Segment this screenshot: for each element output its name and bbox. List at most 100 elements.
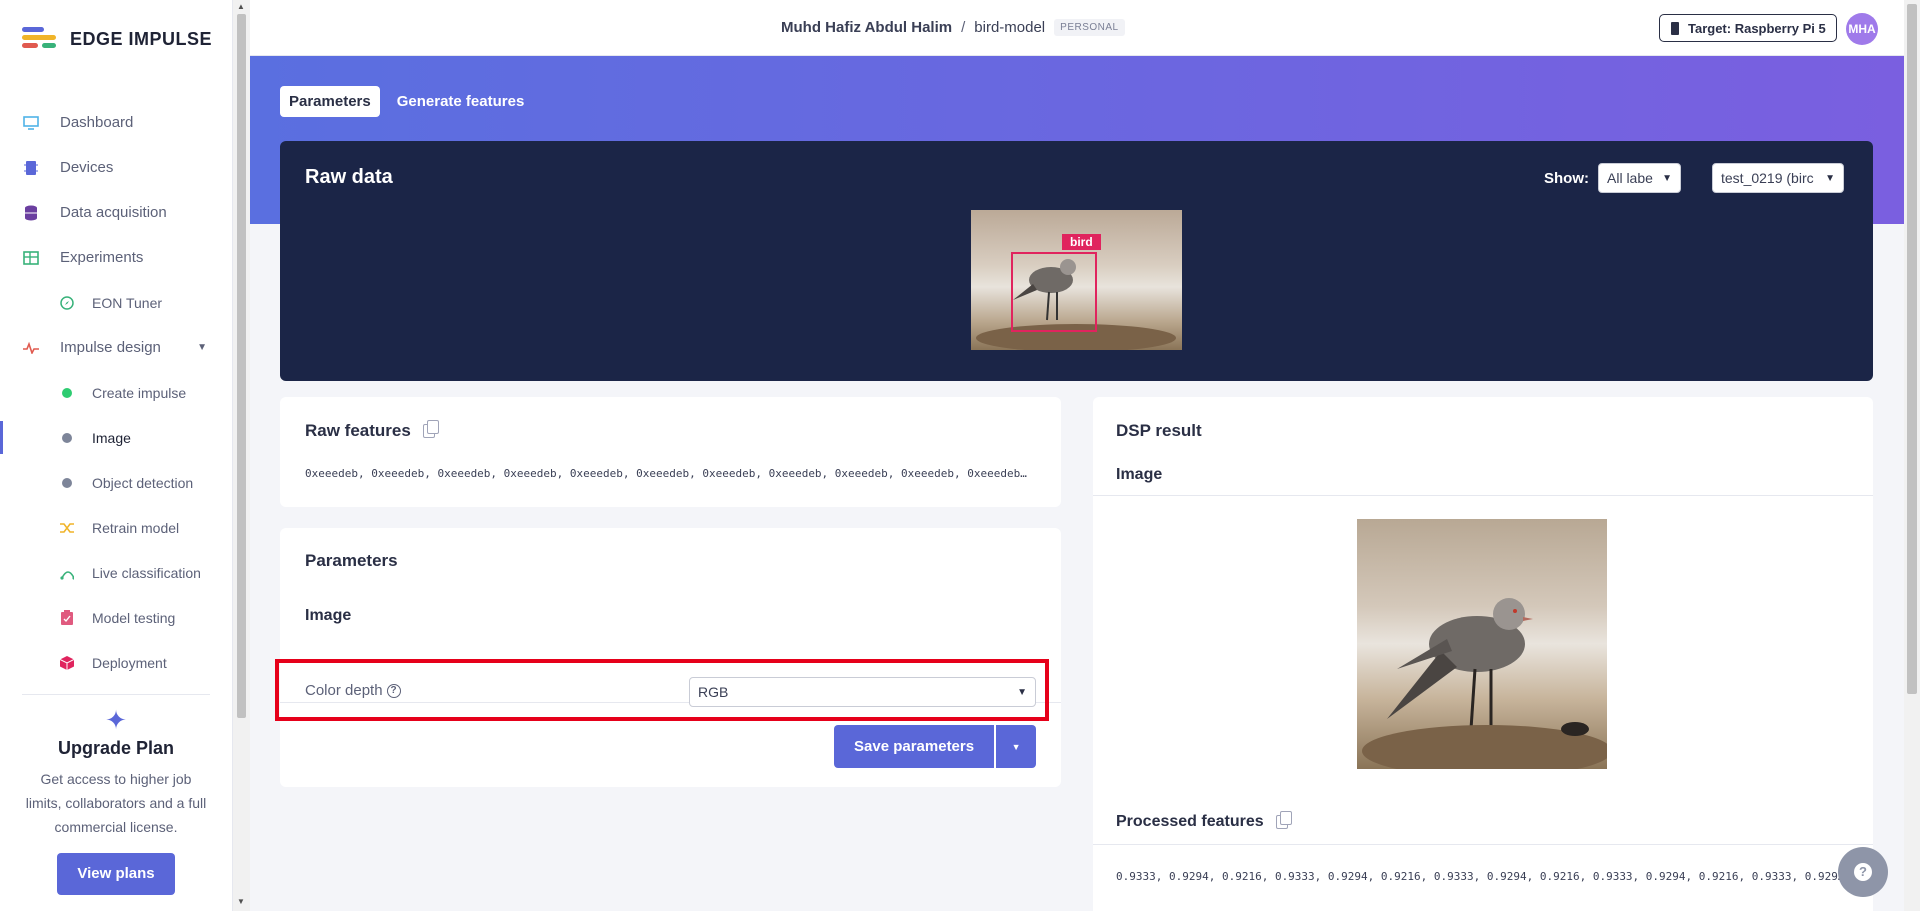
label-filter: Show: All labe ▼ [1544, 163, 1681, 193]
sidebar: EDGE IMPULSE Dashboard Devices Data acqu… [0, 0, 233, 911]
chip-icon [22, 159, 40, 177]
pulse-icon [22, 339, 40, 357]
processed-features-heading: Processed features [1116, 811, 1292, 831]
sidebar-item-object-detection[interactable]: Object detection [0, 460, 233, 505]
divider [1093, 844, 1873, 845]
brand-logo[interactable]: EDGE IMPULSE [22, 26, 212, 52]
breadcrumb-user[interactable]: Muhd Hafiz Abdul Halim [781, 19, 952, 36]
color-depth-row: Color depth ? RGB ▼ [275, 627, 1061, 721]
sidebar-item-label: Data acquisition [60, 204, 167, 221]
raw-data-panel: Raw data Show: All labe ▼ test_0219 (bir… [280, 141, 1873, 381]
box-icon [60, 654, 74, 672]
save-options-dropdown[interactable]: ▼ [996, 725, 1037, 768]
main-scrollbar[interactable] [1904, 0, 1920, 911]
sample-select-value: test_0219 (birc [1721, 170, 1814, 186]
sidebar-item-label: Impulse design [60, 339, 161, 356]
copy-icon[interactable] [1275, 811, 1292, 829]
edge-impulse-logo-icon [22, 26, 58, 52]
database-icon [22, 204, 40, 222]
tab-bar: Parameters Generate features [280, 86, 533, 117]
sidebar-item-devices[interactable]: Devices [0, 145, 233, 190]
target-device-button[interactable]: Target: Raspberry Pi 5 [1659, 14, 1837, 42]
sidebar-item-experiments[interactable]: Experiments [0, 235, 233, 280]
avatar[interactable]: MHA [1846, 13, 1878, 45]
sidebar-scrollbar[interactable]: ▲ ▼ [233, 0, 250, 911]
divider [1093, 495, 1873, 496]
upgrade-text: Get access to higher job limits, collabo… [25, 771, 207, 835]
main-scrollbar-thumb[interactable] [1907, 4, 1917, 694]
sidebar-item-label: Object detection [92, 474, 194, 491]
sidebar-item-image[interactable]: Image [0, 415, 233, 460]
view-plans-button[interactable]: View plans [57, 853, 175, 895]
tab-parameters[interactable]: Parameters [280, 86, 380, 117]
table-icon [22, 249, 40, 267]
sidebar-item-data-acquisition[interactable]: Data acquisition [0, 190, 233, 235]
sidebar-item-label: Devices [60, 159, 114, 176]
dot-icon [60, 429, 74, 447]
processed-features-title: Processed features [1116, 813, 1264, 830]
question-icon: ? [1854, 863, 1872, 881]
clipboard-icon [60, 609, 74, 627]
dsp-result-card: DSP result Image Processed features 0.93… [1093, 397, 1873, 911]
label-filter-select[interactable]: All labe ▼ [1598, 163, 1681, 193]
help-button[interactable]: ? [1838, 847, 1888, 897]
dsp-result-image [1357, 519, 1607, 769]
raw-features-card: Raw features 0xeeedeb, 0xeeedeb, 0xeeede… [280, 397, 1061, 507]
chip-icon [1671, 21, 1679, 35]
sidebar-item-model-testing[interactable]: Model testing [0, 595, 233, 640]
save-parameters-button[interactable]: Save parameters [834, 725, 995, 768]
scroll-up-icon[interactable]: ▲ [237, 2, 245, 11]
parameters-title: Parameters [305, 551, 398, 570]
sidebar-item-label: Model testing [92, 609, 176, 626]
dot-icon [60, 384, 74, 402]
sidebar-item-label: Deployment [92, 654, 167, 671]
bounding-box [1011, 252, 1097, 332]
sidebar-item-retrain-model[interactable]: Retrain model [0, 505, 233, 550]
shuffle-icon [60, 519, 74, 537]
chevron-down-icon: ▼ [1825, 172, 1835, 184]
sidebar-item-deployment[interactable]: Deployment [0, 640, 233, 685]
color-depth-label-group: Color depth ? [305, 682, 401, 699]
color-depth-select[interactable]: RGB ▼ [689, 677, 1036, 707]
sidebar-item-eon-tuner[interactable]: EON Tuner [0, 280, 233, 325]
bird-photo-icon [1362, 598, 1607, 769]
breadcrumb-separator: / [961, 19, 966, 36]
parameters-card: Parameters Image Color depth ? RGB ▼ Sav… [275, 528, 1061, 787]
signal-icon [60, 564, 74, 582]
sidebar-nav: Dashboard Devices Data acquisition Exper… [0, 100, 233, 685]
sparkle-icon: ✦ [105, 705, 127, 735]
sidebar-item-live-classification[interactable]: Live classification [0, 550, 233, 595]
dsp-result-title: DSP result [1116, 421, 1202, 440]
show-label: Show: [1544, 169, 1589, 187]
dsp-image-title: Image [1116, 466, 1163, 483]
sidebar-item-label: Retrain model [92, 519, 180, 536]
sidebar-item-create-impulse[interactable]: Create impulse [0, 370, 233, 415]
help-icon[interactable]: ? [386, 683, 401, 698]
tab-generate-features[interactable]: Generate features [388, 86, 534, 117]
caret-down-icon[interactable]: ▼ [197, 342, 207, 353]
sample-select[interactable]: test_0219 (birc ▼ [1712, 163, 1844, 193]
sidebar-item-label: Create impulse [92, 384, 187, 401]
sidebar-item-dashboard[interactable]: Dashboard [0, 100, 233, 145]
target-device-label: Target: Raspberry Pi 5 [1688, 20, 1826, 36]
sidebar-item-label: Image [92, 429, 131, 446]
dot-icon [60, 474, 74, 492]
breadcrumb-project[interactable]: bird-model [974, 19, 1045, 36]
scroll-down-icon[interactable]: ▼ [237, 897, 245, 906]
copy-icon[interactable] [422, 420, 439, 438]
sidebar-item-label: EON Tuner [92, 294, 163, 311]
bounding-box-label: bird [1062, 234, 1101, 250]
raw-features-values: 0xeeedeb, 0xeeedeb, 0xeeedeb, 0xeeedeb, … [305, 467, 1033, 480]
parameters-section-title: Image [305, 607, 352, 624]
monitor-icon [22, 114, 40, 132]
chevron-down-icon: ▼ [1017, 686, 1027, 698]
sidebar-item-label: Live classification [92, 564, 201, 581]
breadcrumb: Muhd Hafiz Abdul Halim / bird-model PERS… [781, 19, 1125, 36]
sidebar-item-impulse-design[interactable]: Impulse design ▼ [0, 325, 233, 370]
raw-features-heading: Raw features [305, 420, 439, 441]
sidebar-scrollbar-thumb[interactable] [237, 14, 246, 718]
raw-sample-image: bird [971, 210, 1182, 350]
raw-data-title: Raw data [305, 166, 393, 188]
raw-features-title: Raw features [305, 421, 411, 440]
compass-icon [60, 294, 74, 312]
